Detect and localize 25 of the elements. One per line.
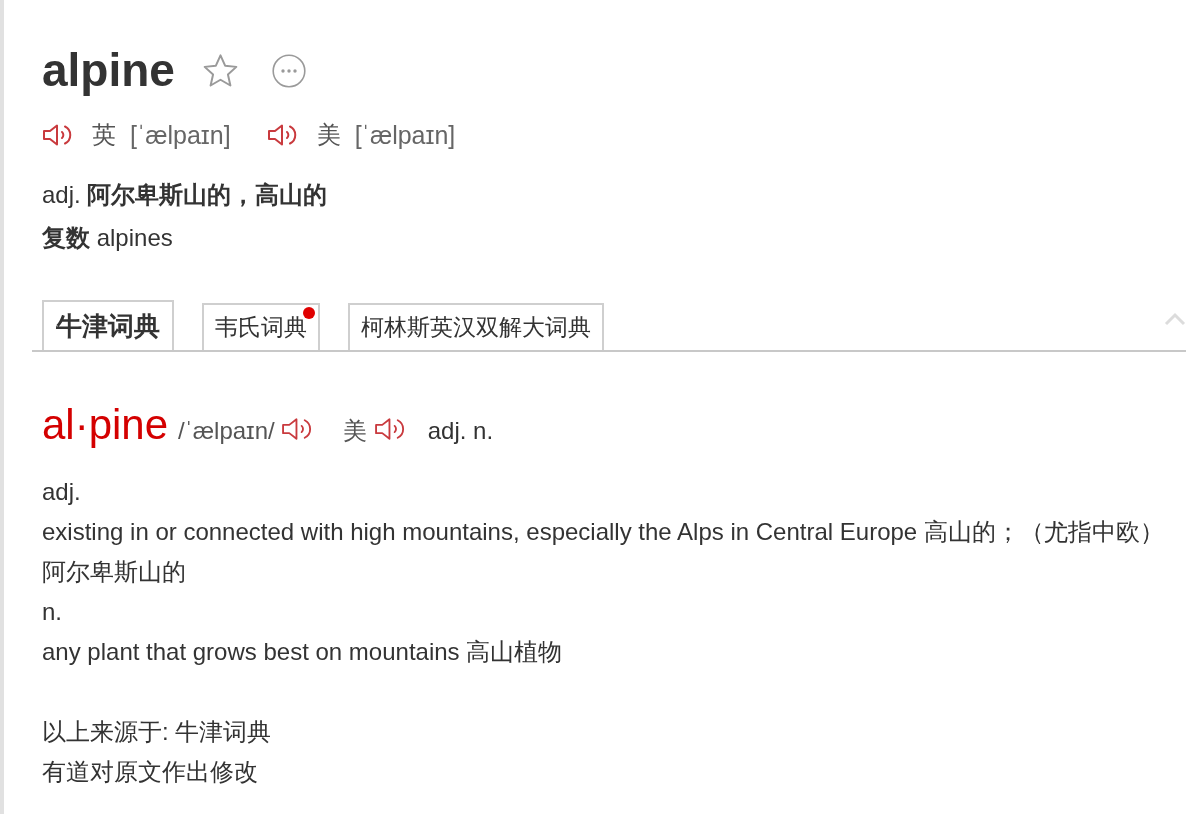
source-note: 以上来源于: 牛津词典 <box>42 718 272 745</box>
phonetic-text: /ˈælpaɪn/ <box>178 417 275 445</box>
star-icon[interactable] <box>202 53 238 87</box>
definition-text: adj. 阿尔卑斯山的，高山的 <box>42 180 328 210</box>
region-label: 美 <box>316 120 341 150</box>
dictionary-tab[interactable]: 牛津词典 <box>42 300 174 350</box>
part-of-speech-text: n. <box>42 598 62 625</box>
region-label: 美 <box>342 416 367 446</box>
speaker-icon[interactable] <box>280 416 314 442</box>
more-options-icon[interactable] <box>271 54 306 88</box>
entry-headword: al·pine <box>42 400 169 450</box>
speaker-icon[interactable] <box>373 416 407 442</box>
dictionary-tab[interactable]: 韦氏词典 <box>202 303 320 350</box>
part-of-speech-text: adj. n. <box>427 417 494 445</box>
region-label: 英 <box>92 120 116 150</box>
definition-text: any plant that grows best on mountains 高山植物 <box>42 637 564 667</box>
phonetic-text: [ˈælpaɪn] <box>354 120 456 150</box>
plural-form-text: 复数 alpines <box>42 223 173 253</box>
source-note: 有道对原文作出修改 <box>42 758 258 785</box>
speaker-icon[interactable] <box>266 123 299 147</box>
speaker-icon[interactable] <box>42 123 74 147</box>
headword: alpine <box>42 43 175 98</box>
part-of-speech-text: adj. <box>42 478 81 505</box>
phonetic-text: [ˈælpaɪn] <box>130 120 231 150</box>
dictionary-tab[interactable]: 柯林斯英汉双解大词典 <box>348 303 604 350</box>
